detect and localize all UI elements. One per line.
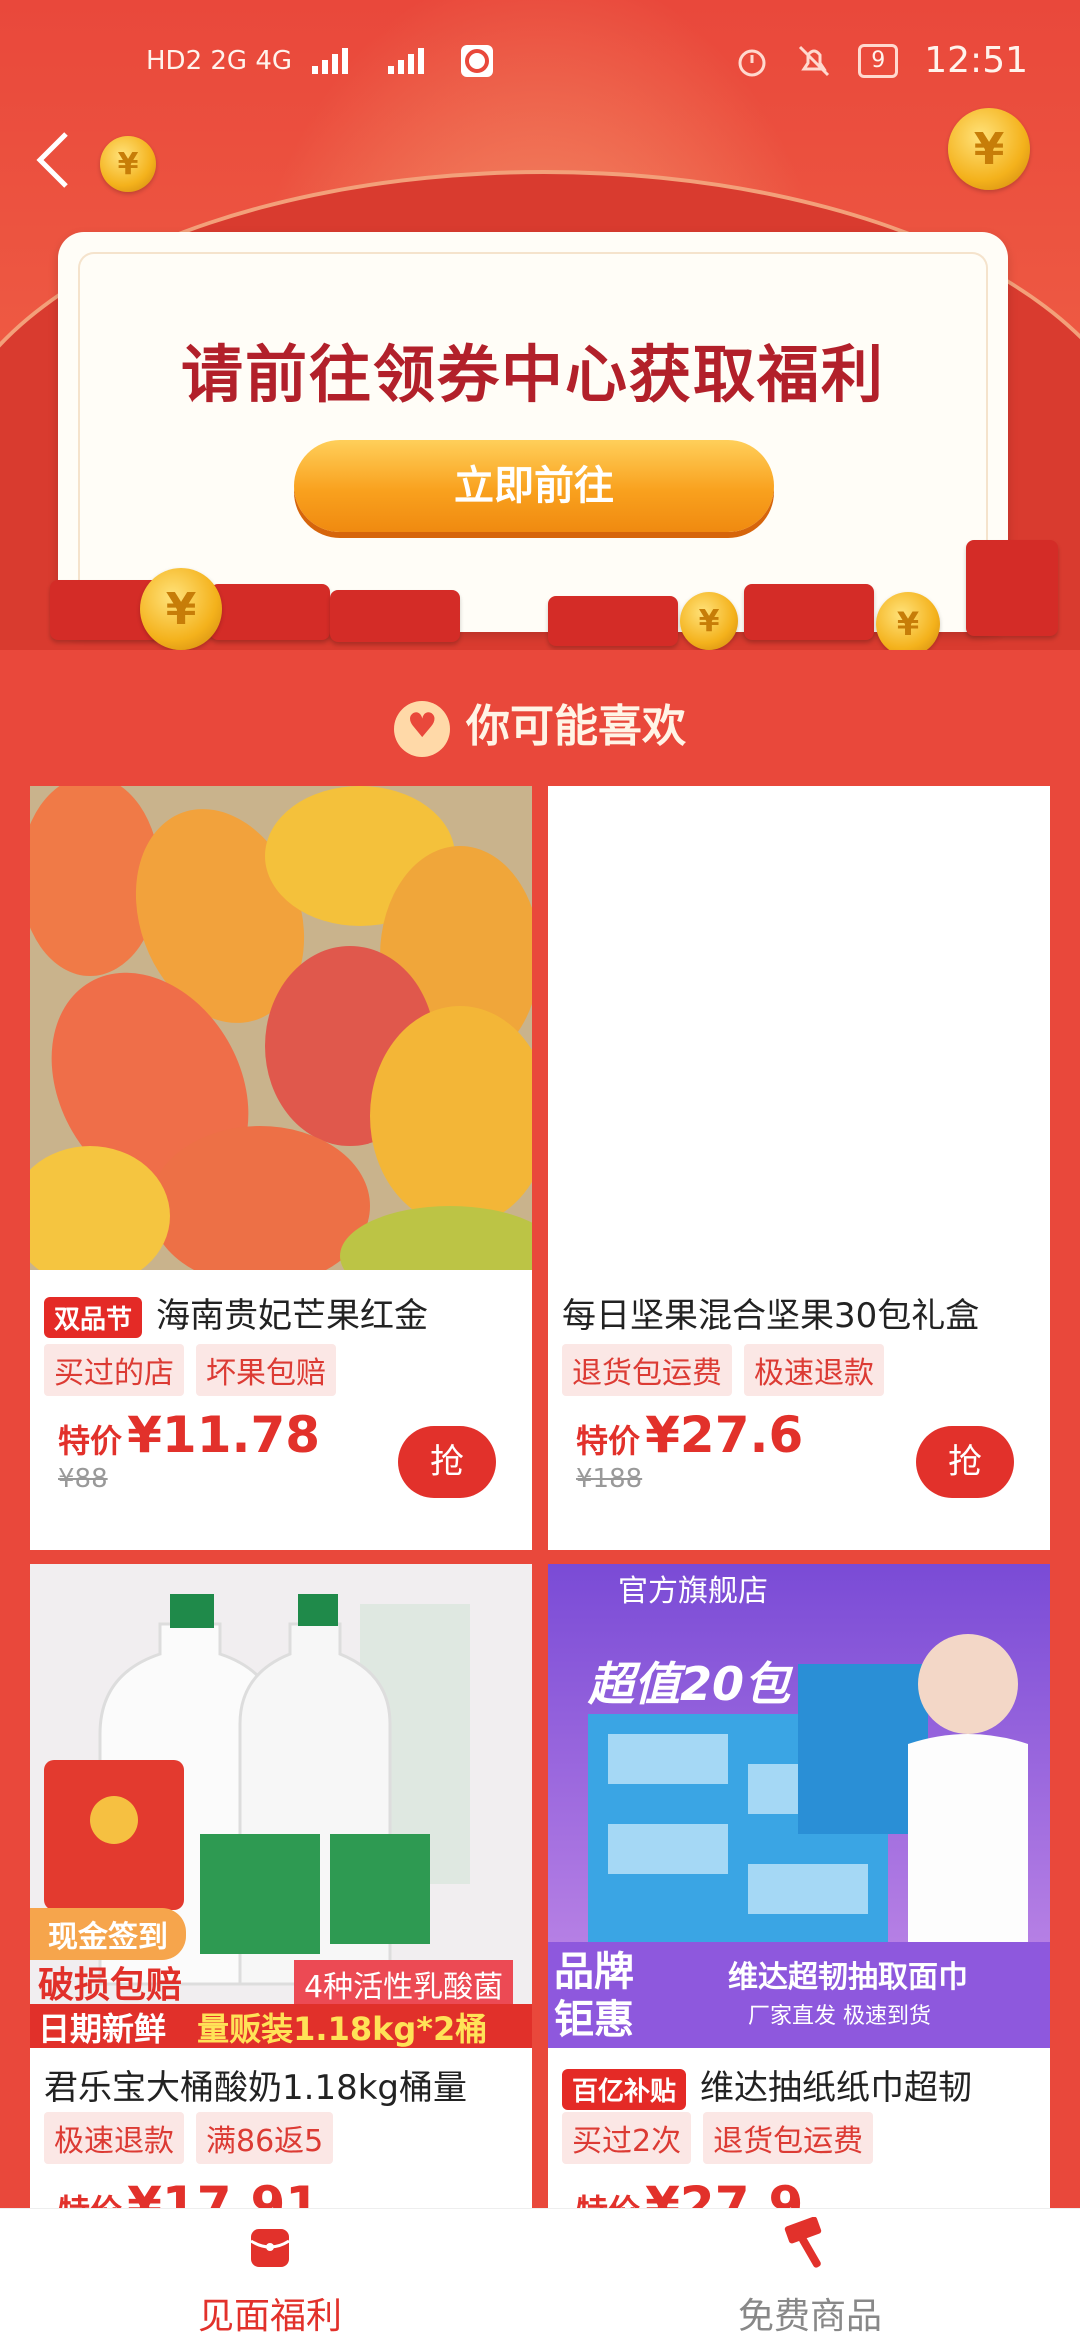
red-envelope [966,540,1058,636]
product-title: 维达抽纸纸巾超韧 [700,2068,973,2108]
product-tag: 退货包运费 [562,1344,732,1396]
status-bar: HD2 2G 4G 9 12:51 [0,0,1080,130]
network-text: HD2 2G 4G [146,46,293,76]
price: ¥17.91 [127,2176,321,2208]
gold-coin-icon: ¥ [876,592,940,650]
brand-deal-box: 品牌钜惠 维达超韧抽取面巾 厂家直发 极速到货 [548,1942,1050,2048]
price-box: 特价 ¥27.9 [576,2176,803,2208]
price-box: 特价 ¥11.78 ¥88 [58,1406,320,1494]
product-image-placeholder [548,786,1050,1270]
product-tag: 极速退款 [744,1344,884,1396]
product-tag: 极速退款 [44,2112,184,2164]
product-tag: 退货包运费 [703,2112,874,2164]
product-card[interactable]: 双品节 海南贵妃芒果红金 买过的店 坏果包赔 特价 ¥11.78 ¥88 抢 [30,786,532,1550]
network-indicators: HD2 2G 4G [146,44,494,78]
product-image-mango [30,786,532,1270]
gold-coin-icon: ¥ [680,592,738,650]
bottom-navigation: 见面福利 免费商品 [0,2208,1080,2341]
back-arrow-icon[interactable] [34,130,74,190]
price-label: 特价 [576,2192,640,2208]
image-caption: 量贩装1.18kg*2桶 [197,2010,488,2048]
image-caption: 厂家直发 极速到货 [748,2004,931,2029]
promo-badge: 双品节 [44,1297,143,1338]
welfare-banner-area: HD2 2G 4G 9 12:51 ¥ ¥ 请前往领券中心获取福利 立即前往 ¥… [0,0,1080,650]
original-price: ¥88 [58,1464,108,1494]
product-tags: 退货包运费 极速退款 [562,1344,884,1396]
gold-coin-icon: ¥ [100,136,156,192]
app-badge-icon [461,45,494,77]
product-title: 君乐宝大桶酸奶1.18kg桶量 [44,2068,467,2108]
red-envelope [210,584,330,640]
signal-icon [312,48,349,74]
product-tag: 买过2次 [562,2112,692,2164]
tab-label: 见面福利 [197,2296,342,2337]
heart-icon [394,701,450,757]
tab-free-products[interactable]: 免费商品 [660,2209,960,2341]
cash-checkin-badge: 现金签到 [30,1908,186,1960]
gift-bag-icon [250,2229,290,2267]
product-card[interactable]: 现金签到 破损包赔 4种活性乳酸菌 日期新鲜 量贩装1.18kg*2桶 君乐宝大… [30,1564,532,2208]
promo-badge: 百亿补贴 [562,2069,687,2110]
price: ¥27.6 [645,1406,804,1464]
red-envelope-strip: ¥ ¥ ¥ [0,540,1080,650]
product-title: 海南贵妃芒果红金 [156,1296,429,1336]
clock: 12:51 [924,40,1028,81]
go-now-button[interactable]: 立即前往 [294,440,774,532]
product-card[interactable]: 官方旗舰店 超值20包 品牌钜惠 维达超韧抽取面巾 厂家直发 极速到货 百亿补贴… [548,1564,1050,2208]
gold-coin-icon: ¥ [948,108,1030,190]
status-right: 9 12:51 [734,40,1028,81]
product-image-tissue: 官方旗舰店 超值20包 品牌钜惠 维达超韧抽取面巾 厂家直发 极速到货 [548,1564,1050,2048]
battery-indicator: 9 [858,43,899,78]
product-name: 百亿补贴 维达抽纸纸巾超韧 [562,2060,1040,2110]
hammer-icon [784,2217,822,2268]
product-card[interactable]: 每日坚果混合坚果30包礼盒 退货包运费 极速退款 特价 ¥27.6 ¥188 抢 [548,786,1050,1550]
red-envelope [744,584,874,640]
price: ¥27.9 [645,2176,804,2208]
product-tag: 买过的店 [44,1344,184,1396]
alarm-icon [738,49,766,76]
banner-title: 请前往领券中心获取福利 [180,338,885,411]
product-name: 双品节 海南贵妃芒果红金 [44,1288,522,1338]
image-caption: 维达超韧抽取面巾 [728,1960,968,1995]
product-tags: 极速退款 满86返5 [44,2112,334,2164]
signal-icon-2 [388,48,425,74]
red-envelope [548,596,678,646]
grab-button[interactable]: 抢 [916,1426,1014,1498]
image-caption: 4种活性乳酸菌 [294,1960,514,2008]
image-strip: 日期新鲜 量贩装1.18kg*2桶 [30,2004,532,2048]
product-tags: 买过的店 坏果包赔 [44,1344,336,1396]
product-tag: 满86返5 [196,2112,334,2164]
price-box: 特价 ¥17.91 [58,2176,320,2208]
section-title: 你可能喜欢 [466,701,686,752]
product-tags: 买过2次 退货包运费 [562,2112,874,2164]
price-label: 特价 [58,2192,122,2208]
product-title: 每日坚果混合坚果30包礼盒 [562,1296,980,1336]
price-box: 特价 ¥27.6 ¥188 [576,1406,803,1494]
image-caption: 品牌钜惠 [554,1949,634,2043]
price-label: 特价 [576,1422,641,1460]
grab-button[interactable]: 抢 [398,1426,496,1498]
gold-coin-icon: ¥ [140,568,222,650]
product-tag: 坏果包赔 [196,1344,336,1396]
tab-label: 免费商品 [737,2296,882,2337]
red-envelope [330,590,460,642]
mute-icon [799,45,830,76]
red-packet-icon [44,1760,184,1910]
section-header: 你可能喜欢 [0,690,1080,757]
image-caption: 日期新鲜 [38,2010,167,2048]
price-label: 特价 [58,1422,123,1460]
image-caption: 破损包赔 [38,1965,183,2006]
tab-welfare[interactable]: 见面福利 [120,2209,420,2341]
price: ¥11.78 [127,1406,321,1464]
original-price: ¥188 [576,1464,643,1494]
product-image-yogurt: 现金签到 破损包赔 4种活性乳酸菌 日期新鲜 量贩装1.18kg*2桶 [30,1564,532,2048]
